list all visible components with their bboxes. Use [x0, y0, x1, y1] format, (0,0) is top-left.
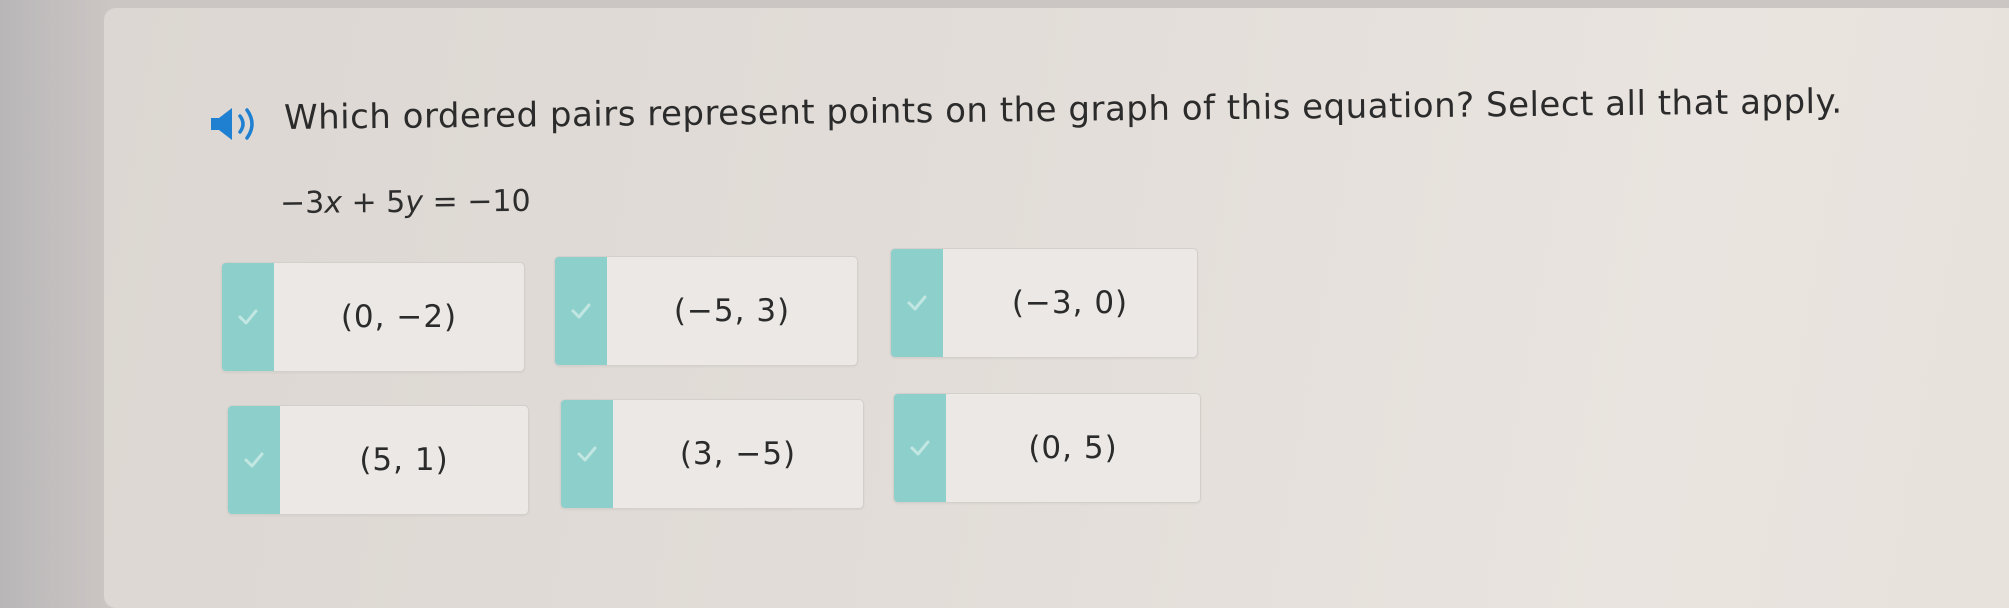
check-icon: [577, 446, 597, 462]
option-label: (−5, 3): [673, 293, 791, 329]
option-checkbox[interactable]: [222, 263, 274, 371]
equation-variable-y: y: [405, 184, 424, 220]
check-icon: [907, 295, 927, 311]
answer-option-5[interactable]: (3, −5): [560, 399, 864, 509]
option-label: (0, −2): [340, 299, 458, 335]
answer-option-6[interactable]: (0, 5): [893, 393, 1201, 503]
answer-option-2[interactable]: (−5, 3): [554, 256, 858, 366]
option-label: (0, 5): [1028, 430, 1118, 466]
check-icon: [910, 440, 930, 456]
equation-coefficient-x: −3: [279, 185, 325, 221]
check-icon: [238, 309, 258, 325]
option-label: (−3, 0): [1011, 285, 1129, 321]
equation: −3x + 5y = −10: [280, 184, 531, 221]
answer-option-4[interactable]: (5, 1): [227, 405, 529, 515]
equation-right-side: = −10: [422, 183, 531, 220]
answer-option-3[interactable]: (−3, 0): [890, 248, 1198, 358]
option-label: (3, −5): [679, 436, 797, 472]
check-icon: [244, 452, 264, 468]
option-checkbox[interactable]: [555, 257, 607, 365]
answer-option-1[interactable]: (0, −2): [221, 262, 525, 372]
equation-variable-x: x: [324, 185, 343, 221]
option-checkbox[interactable]: [894, 394, 946, 502]
option-checkbox[interactable]: [228, 406, 280, 514]
option-checkbox[interactable]: [891, 249, 943, 357]
option-checkbox[interactable]: [561, 400, 613, 508]
speaker-icon[interactable]: [208, 104, 262, 144]
check-icon: [571, 303, 591, 319]
option-label: (5, 1): [359, 442, 449, 478]
equation-coefficient-y: + 5: [341, 184, 406, 221]
